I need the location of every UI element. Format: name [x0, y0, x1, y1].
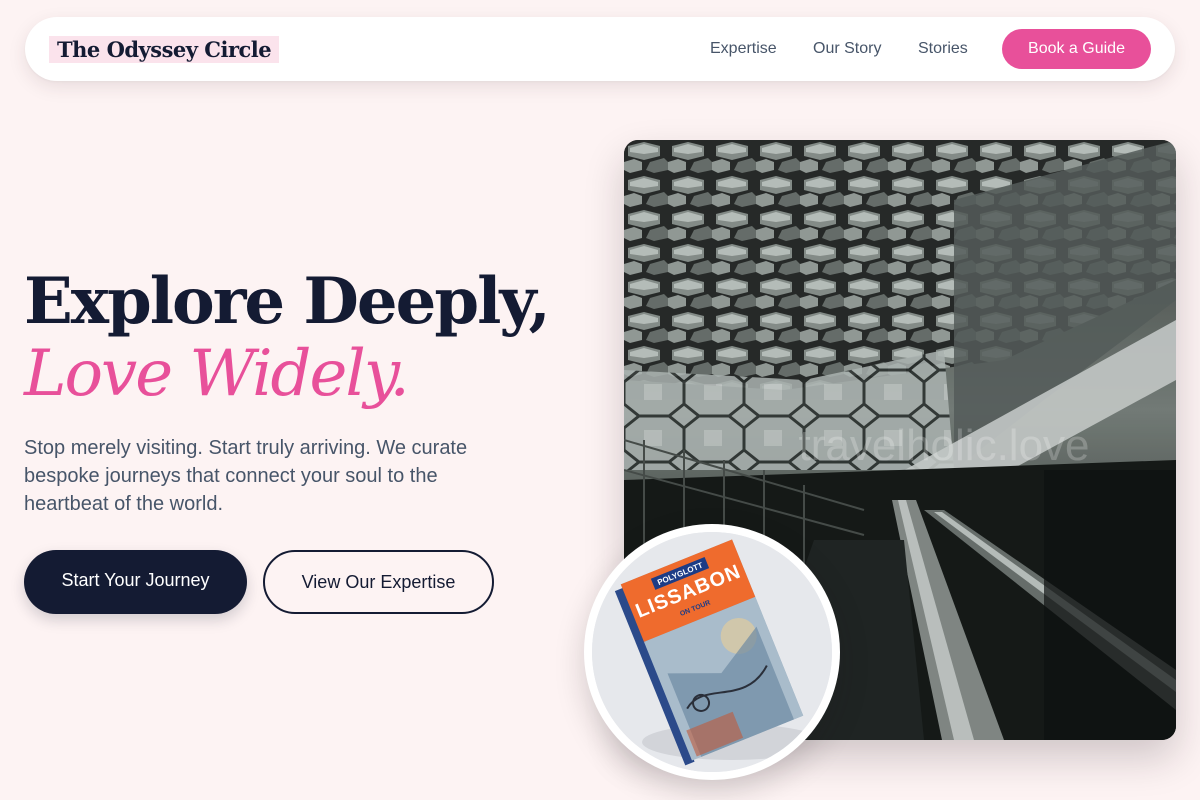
- view-expertise-button[interactable]: View Our Expertise: [263, 550, 494, 614]
- watermark-text: travelholic.love: [798, 421, 1089, 470]
- book-badge-image: POLYGLOTT LISSABON ON TOUR: [584, 524, 840, 780]
- hero-description: Stop merely visiting. Start truly arrivi…: [24, 437, 468, 515]
- nav-link-expertise[interactable]: Expertise: [710, 39, 777, 59]
- nav-link-stories[interactable]: Stories: [918, 39, 968, 59]
- brand-logo[interactable]: The Odyssey Circle: [49, 36, 280, 63]
- nav-link-our-story[interactable]: Our Story: [813, 39, 881, 59]
- site-header: The Odyssey Circle Expertise Our Story S…: [25, 17, 1175, 81]
- book-a-guide-button[interactable]: Book a Guide: [1002, 29, 1151, 69]
- hero-headline-accent: Love Widely.: [24, 337, 410, 411]
- start-journey-button[interactable]: Start Your Journey: [24, 550, 247, 614]
- hero-headline: Explore Deeply,: [24, 264, 551, 339]
